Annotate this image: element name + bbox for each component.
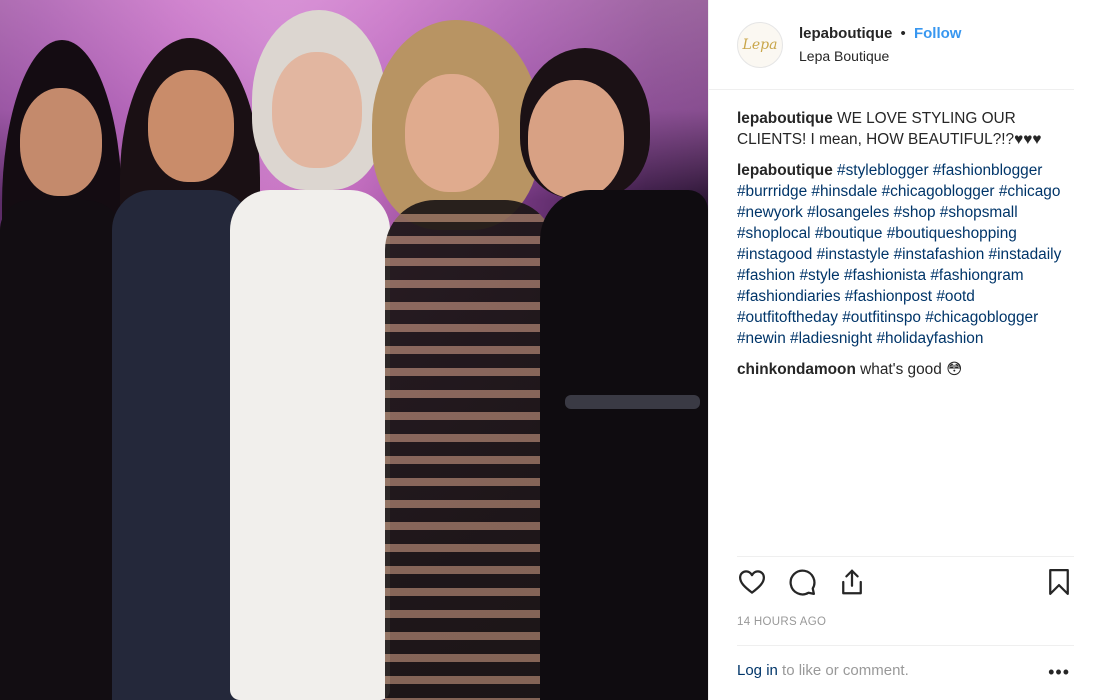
speech-bubble-icon[interactable] (787, 567, 817, 597)
comment-item: chinkondamoon what's good 😳 (737, 359, 1074, 380)
bookmark-icon[interactable] (1044, 567, 1074, 597)
comment-item: lepaboutique WE LOVE STYLING OUR CLIENTS… (737, 108, 1074, 150)
comment-username[interactable]: chinkondamoon (737, 361, 856, 378)
share-icon[interactable] (837, 567, 867, 597)
avatar-logo-text: Lepa (742, 36, 778, 53)
username-link[interactable]: lepaboutique (799, 25, 892, 42)
separator-dot: • (900, 25, 906, 42)
comment-text: what's good 😳 (860, 361, 963, 378)
comment-item: lepaboutique #styleblogger #fashionblogg… (737, 160, 1074, 349)
post-header: Lepa lepaboutique • Follow Lepa Boutique (709, 0, 1074, 90)
avatar[interactable]: Lepa (737, 21, 783, 68)
action-bar (737, 556, 1074, 606)
follow-button[interactable]: Follow (914, 25, 962, 42)
comment-hashtags[interactable]: #styleblogger #fashionblogger #burrridge… (737, 162, 1061, 347)
heart-icon[interactable] (737, 567, 767, 597)
login-link[interactable]: Log in (737, 662, 778, 679)
login-prompt-text: to like or comment. (777, 662, 909, 679)
post-side-panel: Lepa lepaboutique • Follow Lepa Boutique… (708, 0, 1102, 700)
location-link[interactable]: Lepa Boutique (799, 48, 961, 64)
header-username-row: lepaboutique • Follow (799, 25, 961, 42)
more-options-icon[interactable]: ••• (1048, 662, 1070, 683)
login-footer: Log in to like or comment. ••• (737, 645, 1074, 682)
comment-username[interactable]: lepaboutique (737, 110, 833, 127)
header-text: lepaboutique • Follow Lepa Boutique (799, 25, 961, 64)
post-photo[interactable] (0, 0, 708, 700)
comments-list: lepaboutique WE LOVE STYLING OUR CLIENTS… (709, 90, 1102, 380)
comment-username[interactable]: lepaboutique (737, 162, 833, 179)
instagram-post: Lepa lepaboutique • Follow Lepa Boutique… (0, 0, 1102, 700)
post-timestamp[interactable]: 14 HOURS AGO (737, 616, 826, 628)
